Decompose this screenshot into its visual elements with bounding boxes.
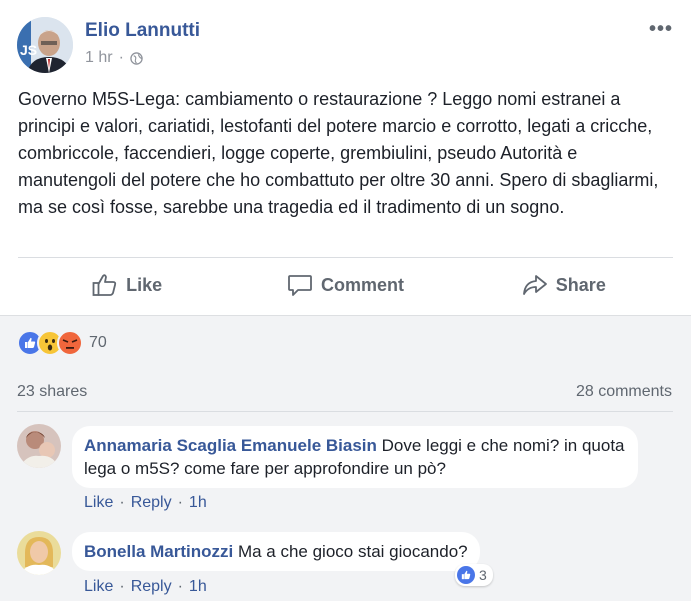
post-time[interactable]: 1 hr bbox=[85, 49, 113, 67]
comment-icon bbox=[288, 275, 312, 296]
comment-author[interactable]: Bonella Martinozzi bbox=[84, 542, 233, 561]
comment-reply-link[interactable]: Reply bbox=[131, 494, 172, 512]
comment-text: Ma a che gioco stai giocando? bbox=[233, 542, 468, 561]
svg-text:JS: JS bbox=[20, 42, 37, 58]
angry-reaction-icon bbox=[57, 330, 83, 356]
globe-icon bbox=[130, 51, 143, 65]
more-options-icon[interactable]: ••• bbox=[649, 18, 673, 41]
meta-separator: · bbox=[118, 49, 124, 66]
like-reaction-glyph bbox=[25, 337, 36, 348]
comment-actions: Like · Reply · 1h bbox=[84, 494, 207, 512]
comment-time[interactable]: 1h bbox=[189, 494, 207, 512]
comment-like-link[interactable]: Like bbox=[84, 578, 113, 596]
comment-like-count: 3 bbox=[479, 567, 487, 583]
shares-count[interactable]: 23 shares bbox=[17, 383, 87, 401]
comment-time[interactable]: 1h bbox=[189, 578, 207, 596]
action-divider bbox=[18, 257, 673, 258]
comments-divider bbox=[17, 411, 673, 412]
comment-dot: · bbox=[119, 494, 125, 511]
author-photo: JS bbox=[17, 17, 73, 73]
reactions-summary[interactable]: 70 bbox=[17, 330, 107, 356]
comment-like-badge[interactable]: 3 bbox=[455, 564, 493, 586]
comment-actions: Like · Reply · 1h bbox=[84, 578, 207, 596]
comment-author[interactable]: Annamaria Scaglia Emanuele Biasin bbox=[84, 436, 377, 455]
share-icon bbox=[522, 275, 547, 295]
share-label: Share bbox=[555, 274, 606, 295]
commenter-photo bbox=[17, 424, 61, 468]
like-badge-icon bbox=[457, 566, 475, 584]
post-meta: 1 hr · bbox=[85, 49, 143, 67]
commenter-photo bbox=[17, 531, 61, 575]
comments-count[interactable]: 28 comments bbox=[576, 383, 672, 401]
comment-dot: · bbox=[177, 578, 183, 595]
comment-label: Comment bbox=[320, 274, 404, 295]
post-text: Governo M5S-Lega: cambiamento o restaura… bbox=[18, 89, 659, 217]
comment-bubble: Annamaria Scaglia Emanuele Biasin Dove l… bbox=[72, 426, 638, 488]
like-button[interactable]: Like bbox=[18, 260, 236, 310]
comment-dot: · bbox=[119, 578, 125, 595]
post-card: JS Elio Lannutti 1 hr · ••• Governo M5S-… bbox=[0, 0, 691, 316]
comment-like-link[interactable]: Like bbox=[84, 494, 113, 512]
share-button[interactable]: Share bbox=[455, 260, 673, 310]
action-bar: Like Comment Share bbox=[18, 260, 673, 310]
post-author[interactable]: Elio Lannutti bbox=[85, 20, 200, 42]
comment-avatar[interactable] bbox=[17, 531, 61, 575]
reactions-count[interactable]: 70 bbox=[89, 334, 107, 352]
like-badge-glyph bbox=[461, 570, 471, 580]
angry-face-glyph bbox=[60, 333, 80, 353]
comment-dot: · bbox=[177, 494, 183, 511]
comment-bubble: Bonella Martinozzi Ma a che gioco stai g… bbox=[72, 532, 480, 571]
comment-avatar[interactable] bbox=[17, 424, 61, 468]
like-label: Like bbox=[126, 274, 163, 295]
author-avatar[interactable]: JS bbox=[17, 17, 73, 73]
thumbs-up-icon bbox=[92, 274, 117, 296]
comment-reply-link[interactable]: Reply bbox=[131, 578, 172, 596]
comment-button[interactable]: Comment bbox=[236, 260, 454, 310]
